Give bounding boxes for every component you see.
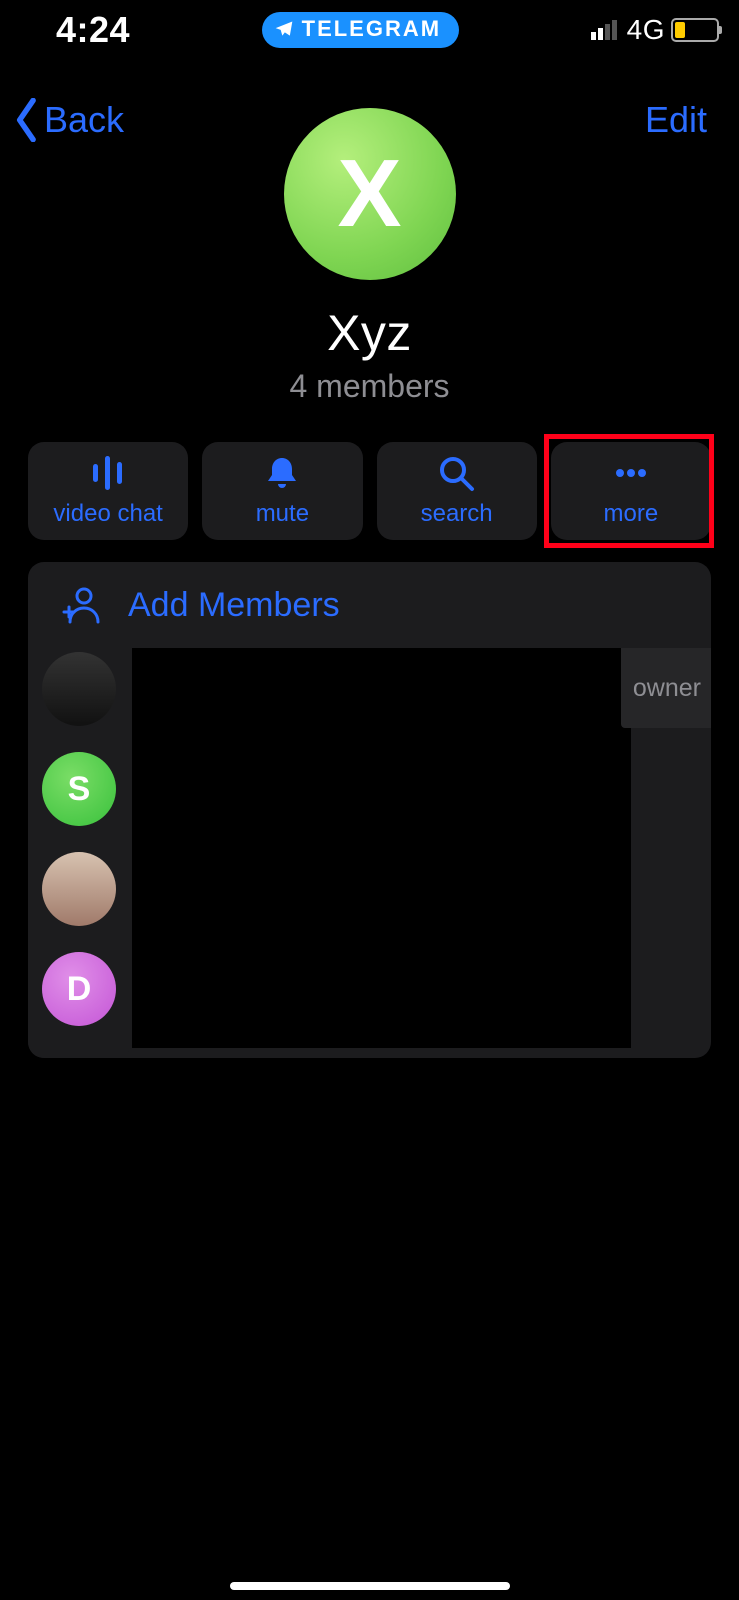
member-avatar[interactable] <box>42 652 116 726</box>
back-label: Back <box>44 99 124 141</box>
member-avatar[interactable]: S <box>42 752 116 826</box>
search-label: search <box>421 500 493 528</box>
member-role-owner: owner <box>621 648 711 728</box>
member-avatar[interactable] <box>42 852 116 926</box>
redacted-area <box>132 648 631 1048</box>
search-icon <box>436 454 478 492</box>
more-dots-icon <box>610 454 652 492</box>
app-pill-label: TELEGRAM <box>302 16 441 42</box>
video-chat-label: video chat <box>53 500 162 528</box>
group-subtitle: 4 members <box>284 368 456 405</box>
battery-icon <box>671 18 719 42</box>
group-avatar[interactable]: X <box>284 108 456 280</box>
group-header: X Xyz 4 members <box>284 108 456 405</box>
member-strip: owner S D <box>28 648 711 1048</box>
more-button[interactable]: more <box>551 442 711 540</box>
status-bar: 4:24 TELEGRAM 4G <box>0 0 739 60</box>
status-right: 4G <box>591 14 719 46</box>
group-name: Xyz <box>284 304 456 362</box>
members-panel: Add Members owner S D <box>28 562 711 1058</box>
back-button[interactable]: Back <box>12 98 124 142</box>
network-label: 4G <box>627 14 665 46</box>
telegram-plane-icon <box>274 19 294 39</box>
search-button[interactable]: search <box>377 442 537 540</box>
chevron-left-icon <box>12 98 42 142</box>
app-pill[interactable]: TELEGRAM <box>262 12 459 48</box>
add-member-icon <box>58 584 100 626</box>
home-indicator[interactable] <box>230 1582 510 1590</box>
bell-icon <box>261 454 303 492</box>
mute-label: mute <box>256 500 309 528</box>
more-label: more <box>604 500 659 528</box>
add-members-label: Add Members <box>128 586 340 625</box>
action-row: video chat mute search more <box>28 442 711 540</box>
video-chat-button[interactable]: video chat <box>28 442 188 540</box>
add-members-button[interactable]: Add Members <box>28 562 711 648</box>
status-time: 4:24 <box>56 9 130 51</box>
edit-button[interactable]: Edit <box>645 99 707 141</box>
voice-wave-icon <box>87 454 129 492</box>
mute-button[interactable]: mute <box>202 442 362 540</box>
signal-icon <box>591 20 621 40</box>
member-avatar[interactable]: D <box>42 952 116 1026</box>
